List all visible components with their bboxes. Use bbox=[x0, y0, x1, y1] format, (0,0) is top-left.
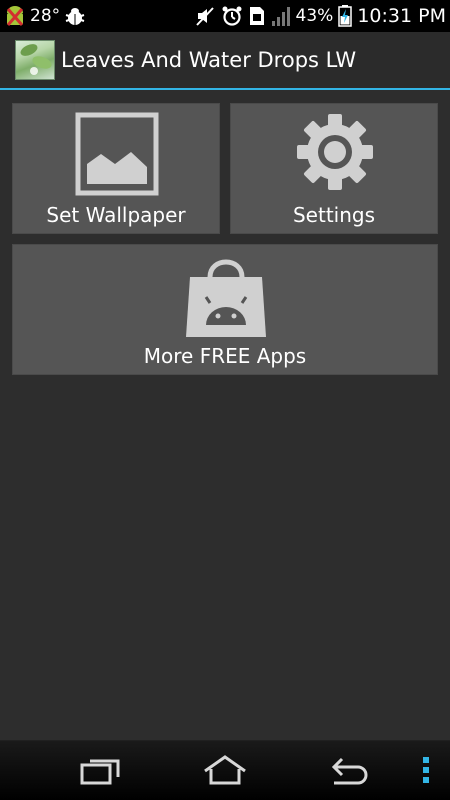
action-bar: Leaves And Water Drops LW bbox=[0, 32, 450, 90]
mute-icon bbox=[194, 5, 216, 27]
clock-text: 10:31 PM bbox=[357, 5, 446, 27]
android-debug-icon bbox=[4, 5, 26, 27]
menu-icon[interactable] bbox=[420, 753, 432, 787]
home-icon[interactable] bbox=[202, 753, 248, 787]
recent-apps-icon[interactable] bbox=[80, 753, 120, 787]
back-icon[interactable] bbox=[328, 753, 370, 787]
set-wallpaper-label: Set Wallpaper bbox=[46, 203, 186, 227]
status-bar: 28° 43% 10:31 PM bbox=[0, 0, 450, 32]
image-icon bbox=[75, 112, 159, 200]
bug-icon bbox=[64, 5, 86, 27]
gear-icon bbox=[295, 112, 375, 196]
app-icon[interactable] bbox=[15, 40, 55, 80]
battery-percent-text: 43% bbox=[295, 6, 334, 26]
app-title: Leaves And Water Drops LW bbox=[61, 48, 357, 72]
settings-label: Settings bbox=[292, 203, 376, 227]
battery-charging-icon bbox=[338, 5, 353, 27]
temperature-text: 28° bbox=[30, 6, 61, 26]
settings-button[interactable]: Settings bbox=[230, 103, 438, 234]
sim-icon bbox=[248, 5, 266, 27]
android-market-bag-icon bbox=[184, 251, 268, 343]
navigation-bar bbox=[0, 740, 450, 800]
set-wallpaper-button[interactable]: Set Wallpaper bbox=[12, 103, 220, 234]
alarm-icon bbox=[221, 5, 243, 27]
more-free-apps-label: More FREE Apps bbox=[143, 344, 307, 368]
signal-icon bbox=[271, 5, 291, 27]
more-free-apps-button[interactable]: More FREE Apps bbox=[12, 244, 438, 375]
